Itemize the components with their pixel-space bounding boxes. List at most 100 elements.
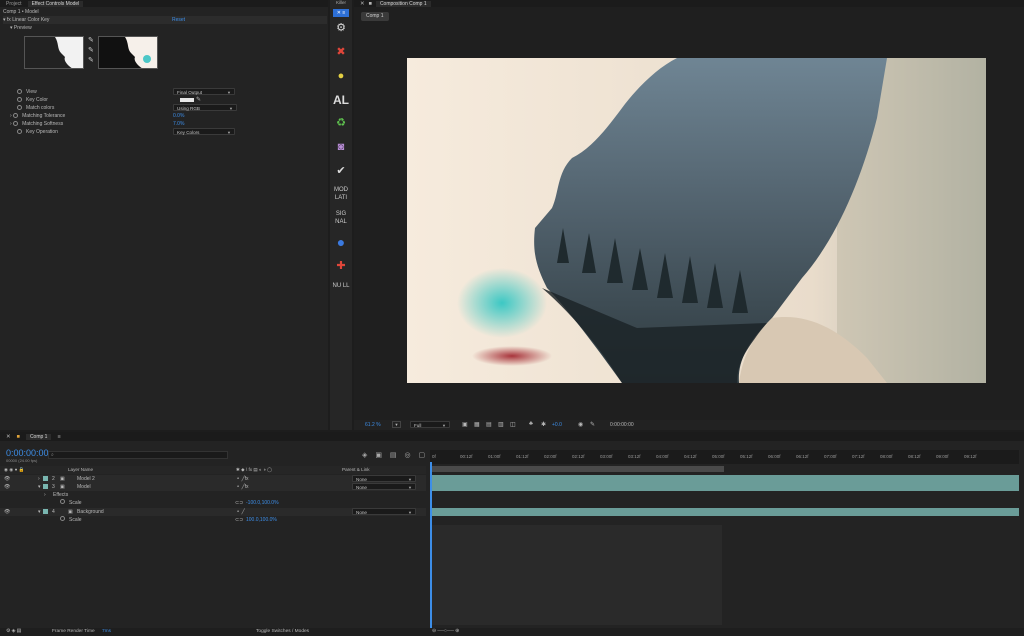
stopwatch-icon[interactable] [17,129,22,135]
effect-header-row[interactable]: ▾ fx Linear Color Key [3,16,327,24]
composition-canvas[interactable] [407,58,986,383]
visibility-icon[interactable]: 👁 [4,508,10,516]
current-time[interactable]: 0:00:00:00 [6,448,49,458]
close-icon[interactable]: ✕ [6,434,11,440]
chevron-right-icon[interactable]: › [10,113,12,119]
work-area-bar[interactable] [430,466,724,472]
label-color[interactable] [43,476,48,481]
layer-name[interactable]: Model [77,483,91,491]
camera-icon[interactable]: ◙ [332,139,350,155]
comp-panel-title[interactable]: Composition Comp 1 [375,0,431,7]
timeline-switch-icons[interactable]: ◈ ▣ ▤ ◎ ▢ [362,451,428,459]
layer-switch-icons[interactable]: ✱ ◆ \ fx ▤ ◐ ◑ ◯ [236,466,272,474]
check-icon[interactable]: ✔ [332,163,350,179]
tab-effect-controls[interactable]: Effect Controls Model [27,0,84,7]
zoom-slider[interactable]: ⊖ ──○── ⊕ [432,628,459,636]
layer-switches[interactable]: ⚬ ╱fx [236,483,248,491]
property-row[interactable]: Scale ⊂⊃ 100.0,100.0% [0,516,426,524]
transparency-icon[interactable]: ▤ [486,421,492,428]
col-parent[interactable]: Parent & Link [342,466,370,474]
col-layer-name[interactable]: Layer Name [68,466,93,474]
scale-value[interactable]: 100.0,100.0% [246,516,277,524]
resolution-dropdown[interactable]: Full ▼ [410,421,450,428]
stopwatch-icon[interactable] [13,121,19,127]
lock-icon[interactable]: ■ [369,1,372,7]
plugin-nu[interactable]: NU LL [332,282,350,290]
toggle-switches-modes[interactable]: Toggle Switches / Modes [256,628,309,636]
plugin-sig[interactable]: SIG NAL [332,210,350,226]
comp-tab[interactable]: Comp 1 [361,12,389,21]
timeline-tab[interactable]: Comp 1 [25,433,52,440]
chevron-right-icon[interactable]: › [10,121,12,127]
layer-row[interactable]: 👁 ▾ 3 ▣ Model ⚬ ╱fx None ▼ [0,483,426,491]
effects-row[interactable]: › Effects [0,491,426,499]
layer-bar-background[interactable] [432,508,1019,516]
crosshair-icon[interactable]: ✖ [332,44,350,60]
mask-icon[interactable]: ▥ [498,421,504,428]
visibility-icon[interactable]: 👁 [4,475,10,483]
show-snapshot-icon[interactable]: ✎ [590,421,595,428]
layer-bar-model-2[interactable] [432,475,1019,483]
matching-softness-value[interactable]: 7.0% [173,120,184,128]
zoom-dropdown[interactable]: ▼ [392,421,401,428]
matching-tolerance-value[interactable]: 0.0% [173,112,184,120]
circle-icon[interactable]: ● [332,234,350,250]
chevron-right-icon[interactable]: › [38,475,40,483]
channel-icon[interactable]: ◫ [510,421,516,428]
preview-section[interactable]: ▾ Preview [10,24,32,32]
chevron-down-icon[interactable]: ▾ [38,508,41,516]
key-color-swatch[interactable] [180,98,194,102]
view-dropdown[interactable]: Final Output ▼ [173,88,235,95]
recycle-icon[interactable]: ♻ [332,115,350,131]
chevron-down-icon[interactable]: ▾ [38,483,41,491]
label-color[interactable] [43,509,48,514]
eyedropper-icon[interactable]: ✎ [88,36,96,46]
layer-row[interactable]: 👁 › 2 ▣ Model 2 ⚬ ╱fx None ▼ [0,475,426,483]
timeline-search[interactable]: ⌕ [48,451,228,459]
visibility-icon[interactable]: 👁 [4,483,10,491]
region-icon[interactable]: ▣ [462,421,468,428]
link-icon[interactable]: ⊂⊃ [235,499,243,507]
layer-name[interactable]: Background [77,508,104,516]
tab-project[interactable]: Project [6,1,22,7]
av-switch-icons[interactable]: ◉ ◉ ● 🔒 [4,466,24,474]
grid-icon[interactable]: ▦ [474,421,480,428]
reset-link[interactable]: Reset [172,16,185,24]
property-row[interactable]: Scale ⊂⊃ -100.0,100.0% [0,499,426,507]
footer-icons[interactable]: ⚙ ◈ ▤ [6,628,21,636]
plugin-mod[interactable]: MOD LATI [332,186,350,202]
parent-dropdown[interactable]: None ▼ [352,483,416,490]
color-picker-icon[interactable]: ♣ [529,421,533,427]
menu-icon[interactable]: ≡ [57,434,60,440]
snapshot-icon[interactable]: ◉ [578,421,583,428]
exposure-value[interactable]: +0.0 [552,422,562,428]
key-operation-dropdown[interactable]: Key Colors ▼ [173,128,235,135]
layer-switches[interactable]: ⚬ ╱fx [236,475,248,483]
chevron-right-icon[interactable]: › [44,491,46,499]
stopwatch-icon[interactable] [17,89,22,95]
stopwatch-icon[interactable] [60,499,65,504]
close-icon[interactable]: ✕ ≡ [333,9,349,17]
parent-dropdown[interactable]: None ▼ [352,475,416,482]
link-icon[interactable]: ⊂⊃ [235,516,243,524]
scale-value[interactable]: -100.0,100.0% [246,499,279,507]
target-icon[interactable]: ✚ [332,258,350,274]
gear-icon[interactable]: ⚙ [332,20,350,36]
exposure-icon[interactable]: ✱ [541,421,546,428]
parent-dropdown[interactable]: None ▼ [352,508,416,515]
layer-row[interactable]: 👁 ▾ 4 ▣ Background ⚬ ╱ None ▼ [0,508,426,516]
stopwatch-icon[interactable] [60,516,65,521]
viewer-timecode[interactable]: 0:00:00:00 [610,422,634,428]
plugin-al[interactable]: AL [332,92,350,108]
layer-name[interactable]: Model 2 [77,475,95,483]
zoom-value[interactable]: 61.2 % [365,422,381,428]
stopwatch-icon[interactable] [17,105,22,111]
layer-bar-model[interactable] [432,483,1019,491]
stopwatch-icon[interactable] [17,97,22,103]
layer-switches[interactable]: ⚬ ╱ [236,508,245,516]
match-colors-dropdown[interactable]: Using RGB ▼ [173,104,237,111]
close-icon[interactable]: ✕ [360,1,365,7]
bulb-icon[interactable]: ● [332,68,350,84]
eyedropper-icon[interactable]: ✎ [196,96,201,103]
eyedropper-plus-icon[interactable]: ✎ [88,46,96,56]
